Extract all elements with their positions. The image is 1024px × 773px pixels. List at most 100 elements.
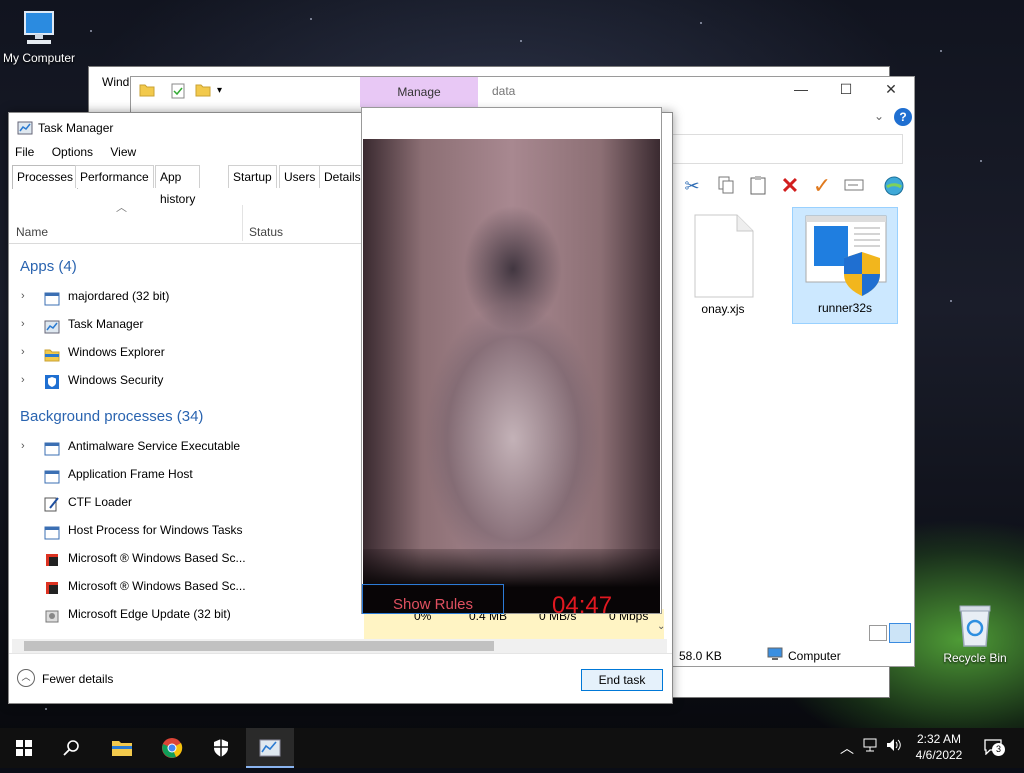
show-rules-button[interactable]: Show Rules — [362, 584, 504, 614]
horizontal-scrollbar[interactable] — [12, 639, 667, 653]
chevron-up-circle-icon[interactable]: ︿ — [17, 669, 35, 687]
properties-icon[interactable] — [171, 83, 185, 102]
task-manager-icon — [44, 316, 60, 334]
edge-update-icon — [44, 606, 60, 623]
rename-icon[interactable] — [843, 175, 865, 197]
process-name: Microsoft ® Windows Based Sc... — [68, 579, 246, 593]
file-item-selected[interactable]: runner32s — [792, 207, 898, 324]
explorer-title-bar: ▾ Manage data — ☐ ✕ — [131, 77, 914, 107]
close-button[interactable]: ✕ — [876, 81, 906, 101]
volume-icon[interactable] — [886, 738, 902, 755]
folder-icon[interactable] — [139, 83, 155, 100]
script-icon — [44, 550, 60, 566]
paste-icon[interactable] — [747, 175, 769, 197]
process-row[interactable]: › Task Manager — [17, 310, 367, 338]
recycle-bin-icon — [959, 605, 991, 647]
process-row[interactable]: Application Frame Host — [17, 460, 367, 488]
tab-context-data[interactable]: data — [492, 77, 515, 107]
process-name: Microsoft Edge Update (32 bit) — [68, 607, 231, 621]
file-item[interactable]: onay.xjs — [686, 213, 760, 323]
search-icon — [63, 740, 79, 756]
desktop-icon-my-computer[interactable]: My Computer — [0, 8, 78, 65]
window-title: Wind — [102, 75, 130, 89]
window-title: Task Manager — [38, 121, 114, 135]
process-name: Windows Explorer — [68, 345, 165, 359]
shield-icon — [44, 372, 60, 389]
tab-startup[interactable]: Startup — [228, 165, 277, 188]
process-name: Windows Security — [68, 373, 164, 387]
taskbar-task-manager[interactable] — [246, 728, 294, 768]
taskbar-windows-security[interactable] — [197, 728, 245, 768]
taskbar-file-explorer[interactable] — [98, 728, 146, 768]
expand-chevron-icon[interactable]: › — [21, 338, 25, 366]
process-row[interactable]: › Windows Explorer — [17, 338, 367, 366]
fewer-details-link[interactable]: Fewer details — [42, 672, 113, 686]
windows-logo-icon — [16, 740, 32, 756]
copy-icon[interactable] — [715, 175, 737, 197]
delete-icon[interactable]: ✕ — [779, 175, 801, 197]
expand-chevron-icon[interactable]: › — [21, 310, 25, 338]
end-task-button[interactable]: End task — [581, 669, 663, 691]
new-folder-icon[interactable] — [195, 83, 211, 100]
process-row[interactable]: Host Process for Windows Tasks — [17, 516, 367, 544]
video-window[interactable]: Show Rules 04:47 — [361, 107, 662, 614]
desktop-icon-recycle-bin[interactable]: Recycle Bin — [936, 602, 1014, 665]
process-row[interactable]: Microsoft ® Windows Based Sc... — [17, 544, 367, 572]
expand-chevron-icon[interactable]: › — [21, 282, 25, 310]
expand-ribbon-chevron-icon[interactable]: ⌄ — [874, 109, 884, 123]
sort-chevron-up-icon[interactable]: ︿ — [116, 199, 127, 215]
chevron-up-icon[interactable]: ︿ — [840, 738, 854, 758]
column-header-name[interactable]: Name — [16, 225, 48, 239]
process-row[interactable]: › Windows Security — [17, 366, 367, 394]
notification-badge: 3 — [992, 743, 1005, 756]
help-icon[interactable]: ? — [894, 108, 912, 126]
folder-icon — [112, 741, 132, 756]
group-header-background: Background processes (34) — [20, 408, 204, 425]
app-window-icon — [44, 438, 60, 456]
process-row[interactable]: Microsoft ® Windows Based Sc... — [17, 572, 367, 600]
tab-app-history[interactable]: App history — [155, 165, 201, 206]
tab-manage[interactable]: Manage — [360, 77, 478, 107]
globe-icon[interactable] — [883, 175, 905, 197]
tab-processes[interactable]: Processes — [12, 165, 79, 189]
tab-users[interactable]: Users — [279, 165, 321, 188]
status-size: 58.0 KB — [679, 649, 722, 663]
view-large-icons-icon[interactable] — [889, 623, 911, 643]
process-row[interactable]: Microsoft Edge Update (32 bit) — [17, 600, 367, 628]
address-bar[interactable] — [666, 134, 903, 164]
tab-details[interactable]: Details — [319, 165, 366, 188]
taskbar-chrome[interactable] — [148, 728, 196, 768]
taskbar-clock[interactable]: 2:32 AM 4/6/2022 — [913, 731, 965, 763]
desktop-icon-label: Recycle Bin — [943, 651, 1007, 665]
folder-icon — [44, 344, 60, 362]
status-location: Computer — [788, 649, 841, 663]
horizontal-scroll-thumb[interactable] — [24, 641, 494, 651]
cut-icon[interactable]: ✂ — [681, 175, 703, 197]
explorer-status-bar: 58.0 KB Computer — [669, 644, 914, 666]
customize-qa-icon[interactable]: ▾ — [217, 85, 222, 96]
process-row[interactable]: › majordared (32 bit) — [17, 282, 367, 310]
network-icon[interactable] — [862, 738, 878, 755]
expand-chevron-icon[interactable]: › — [21, 366, 25, 394]
check-icon[interactable]: ✓ — [811, 175, 833, 197]
maximize-button[interactable]: ☐ — [831, 81, 861, 101]
process-row[interactable]: › Antimalware Service Executable — [17, 432, 367, 460]
menu-bar: File Options View — [15, 145, 150, 159]
menu-options[interactable]: Options — [52, 145, 93, 159]
vertical-scroll-down-icon[interactable]: ⌄ — [657, 621, 665, 632]
notification-center-icon[interactable]: 3 — [984, 739, 1005, 758]
expand-chevron-icon[interactable]: › — [21, 432, 25, 460]
minimize-button[interactable]: — — [786, 81, 816, 101]
menu-file[interactable]: File — [15, 145, 34, 159]
tab-performance[interactable]: Performance — [75, 165, 154, 188]
process-name: Microsoft ® Windows Based Sc... — [68, 551, 246, 565]
column-header-status[interactable]: Status — [249, 225, 283, 239]
start-button[interactable] — [0, 728, 48, 768]
search-button[interactable] — [48, 728, 96, 768]
script-icon — [44, 578, 60, 594]
view-details-icon[interactable] — [869, 625, 887, 641]
header-separator — [9, 243, 362, 244]
chrome-icon — [162, 738, 183, 758]
process-row[interactable]: CTF Loader — [17, 488, 367, 516]
menu-view[interactable]: View — [110, 145, 136, 159]
